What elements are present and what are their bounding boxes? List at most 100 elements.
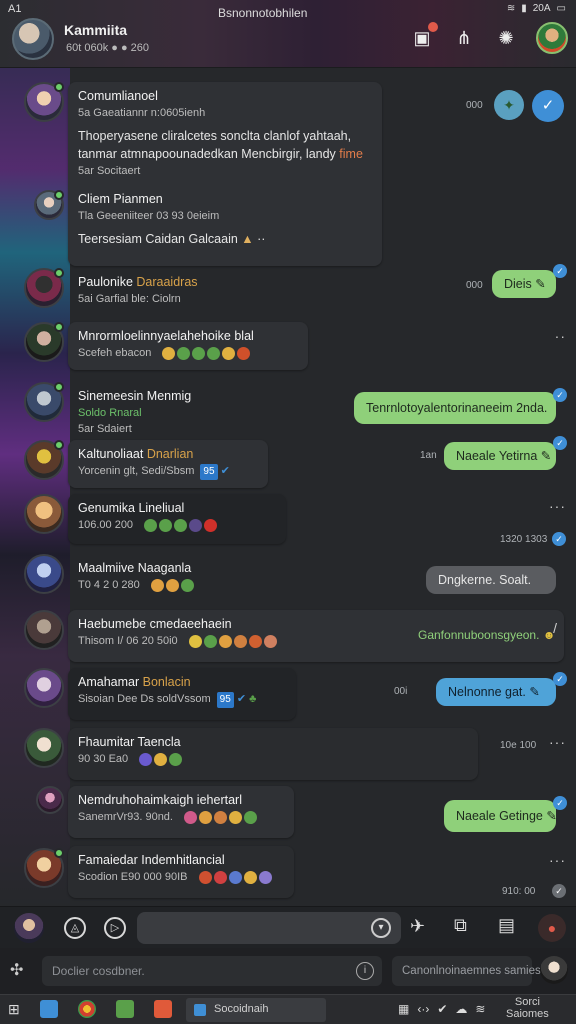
search-field[interactable]: Canonlnoinaemnes samies xyxy=(392,956,541,986)
more-options-icon[interactable]: ··· xyxy=(549,498,566,514)
message-bubble[interactable]: Fhaumitar Taencla 90 30 Ea0 xyxy=(68,728,478,780)
reaction-emojis[interactable] xyxy=(144,518,218,532)
active-app[interactable]: Socoidnaih xyxy=(186,998,326,1022)
profile-avatar[interactable] xyxy=(536,22,568,54)
online-dot xyxy=(54,322,64,332)
expand-icon[interactable]: ▾ xyxy=(371,918,391,938)
more-options-icon[interactable]: ··· xyxy=(549,734,566,750)
camera-icon[interactable]: ⧉ xyxy=(454,915,467,936)
send-icon[interactable]: ✈ xyxy=(410,916,425,937)
attach-icon[interactable]: ▤ xyxy=(498,915,515,936)
emoji-icon xyxy=(180,578,194,592)
message-bubble[interactable]: Maalmiive Naaganla T0 4 2 0 280 xyxy=(68,554,248,604)
browser-icon[interactable] xyxy=(78,1000,96,1018)
channel-avatar[interactable] xyxy=(12,18,54,60)
reaction-emojis[interactable] xyxy=(198,870,272,884)
reaction-emojis[interactable] xyxy=(139,752,183,766)
avatar[interactable] xyxy=(36,786,64,814)
status-left: A1 xyxy=(8,3,22,15)
avatar[interactable] xyxy=(24,554,64,594)
info-icon[interactable]: i xyxy=(356,962,374,980)
share-icon[interactable]: ⋔ xyxy=(452,26,476,50)
emoji-icon: ♣ xyxy=(249,693,257,705)
sender-name: Kaltunoliaat Dnarlian xyxy=(78,446,258,463)
emoji-icon xyxy=(213,870,227,884)
sender-name: Sinemeesin Menmig xyxy=(78,389,192,403)
tray-cloud-icon[interactable]: ☁ xyxy=(455,1002,467,1016)
composer-avatar[interactable] xyxy=(14,913,44,943)
mail-icon[interactable] xyxy=(40,1000,58,1018)
avatar[interactable] xyxy=(24,322,64,362)
inline-reply[interactable]: Ganfonnuboonsgyeon. ☻ xyxy=(418,628,555,642)
store-app-icon[interactable] xyxy=(116,1000,134,1018)
plugin-icon[interactable]: ✦ xyxy=(494,90,524,120)
user-avatar[interactable] xyxy=(540,956,568,984)
edit-icon[interactable]: / xyxy=(553,620,558,636)
reply-bubble[interactable]: Dieis ✎ xyxy=(492,270,556,298)
message-time: 10e 100 xyxy=(500,740,537,751)
media-icon[interactable] xyxy=(154,1000,172,1018)
reaction-emojis[interactable] xyxy=(150,578,194,592)
message-bubble[interactable]: Comumlianoel 5a Gaeatiannr n:0605ienh Th… xyxy=(68,82,382,266)
tray-bird-icon[interactable]: ✔ xyxy=(437,1002,447,1016)
store-icon[interactable]: ▣ xyxy=(410,22,438,50)
tray-wifi-icon[interactable]: ≋ xyxy=(475,1002,485,1016)
online-dot xyxy=(54,82,64,92)
reply-bubble[interactable]: Tenrnlotoyalentorinaneeim 2nda. xyxy=(354,392,556,424)
message-bubble[interactable]: Kaltunoliaat Dnarlian Yorcenin glt, Sedi… xyxy=(68,440,268,488)
message-bubble[interactable]: Sinemeesin Menmig Soldo Rnaral 5ar Sdaie… xyxy=(68,382,248,435)
start-icon[interactable]: ⊞ xyxy=(8,1001,20,1018)
message-bubble[interactable]: Famaiedar Indemhitlancial Scodion E90 00… xyxy=(68,846,294,898)
avatar[interactable] xyxy=(24,848,64,888)
reply-bubble[interactable]: Dngkerne. Soalt. xyxy=(426,566,556,594)
clock-time: Sorci xyxy=(514,996,540,1008)
reply-bubble[interactable]: Naeale Getinge ✎ xyxy=(444,800,557,832)
avatar[interactable] xyxy=(24,728,64,768)
tray-arrow-icon[interactable]: ‹·› xyxy=(417,1002,429,1016)
reaction-emojis[interactable] xyxy=(162,346,251,360)
reply-input[interactable]: Doclier cosdbner. i xyxy=(42,956,382,986)
read-check-icon: ✓ xyxy=(553,264,567,278)
record-icon[interactable]: ● xyxy=(538,914,566,942)
emoji-icon xyxy=(154,752,168,766)
reply-bubble[interactable]: Nelnonne gat. ✎ xyxy=(436,678,556,706)
message-body: Teersesiam Caidan Galcaain ▲ ·· xyxy=(78,232,266,246)
message-bubble[interactable]: Mnrormloelinnyaelahehoike blal Scefeh eb… xyxy=(68,322,308,370)
reaction-emojis[interactable] xyxy=(188,634,277,648)
online-dot xyxy=(54,382,64,392)
avatar[interactable] xyxy=(24,82,64,122)
reply-bubble[interactable]: Naeale Yetirna ✎ xyxy=(444,442,556,470)
more-options-icon[interactable]: ·· xyxy=(555,328,566,344)
message-bubble[interactable]: Amahamar Bonlacin Sisoian Dee Ds soldVss… xyxy=(68,668,296,720)
gif-icon[interactable]: ▷ xyxy=(104,917,126,939)
clock[interactable]: Sorci Saiomes xyxy=(506,996,549,1020)
avatar[interactable] xyxy=(34,190,64,220)
meta-text: Thisom I/ 06 20 50i0 xyxy=(78,635,178,647)
sender-name: Genumika Lineliual xyxy=(78,501,185,515)
avatar[interactable] xyxy=(24,440,64,480)
highlight-text: fime xyxy=(339,147,363,161)
avatar[interactable] xyxy=(24,668,64,708)
message-list[interactable]: Comumlianoel 5a Gaeatiannr n:0605ienh Th… xyxy=(0,70,576,906)
message-input[interactable]: ▾ xyxy=(137,912,401,944)
verified-icon: ✔ xyxy=(236,693,247,705)
message-time: 1320 1303 xyxy=(500,534,548,545)
avatar[interactable] xyxy=(24,610,64,650)
app-icon xyxy=(194,1004,206,1016)
avatar[interactable] xyxy=(24,382,64,422)
reaction-emojis[interactable] xyxy=(184,810,258,824)
settings-icon[interactable]: ✺ xyxy=(494,26,518,50)
message-bubble[interactable]: Genumika Lineliual 106.00 200 xyxy=(68,494,286,544)
apps-icon[interactable]: ✣ xyxy=(10,960,23,980)
channel-title[interactable]: Kammiita xyxy=(64,22,127,38)
avatar[interactable] xyxy=(24,268,64,308)
message-meta: 106.00 200 xyxy=(78,517,276,533)
sticker-icon[interactable]: ◬ xyxy=(64,917,86,939)
avatar[interactable] xyxy=(24,494,64,534)
message-bubble[interactable]: Paulonike Daraaidras 5ai Garfial ble: Ci… xyxy=(68,268,248,314)
verified-icon[interactable]: ✓ xyxy=(532,90,564,122)
message-meta: Yorcenin glt, Sedi/Sbsm 95 ✔ xyxy=(78,463,258,480)
tray-grid-icon[interactable]: ▦ xyxy=(398,1002,409,1016)
more-options-icon[interactable]: ··· xyxy=(549,852,566,868)
message-bubble[interactable]: Nemdruhohaimkaigh iehertarl SanemrVr93. … xyxy=(68,786,294,838)
